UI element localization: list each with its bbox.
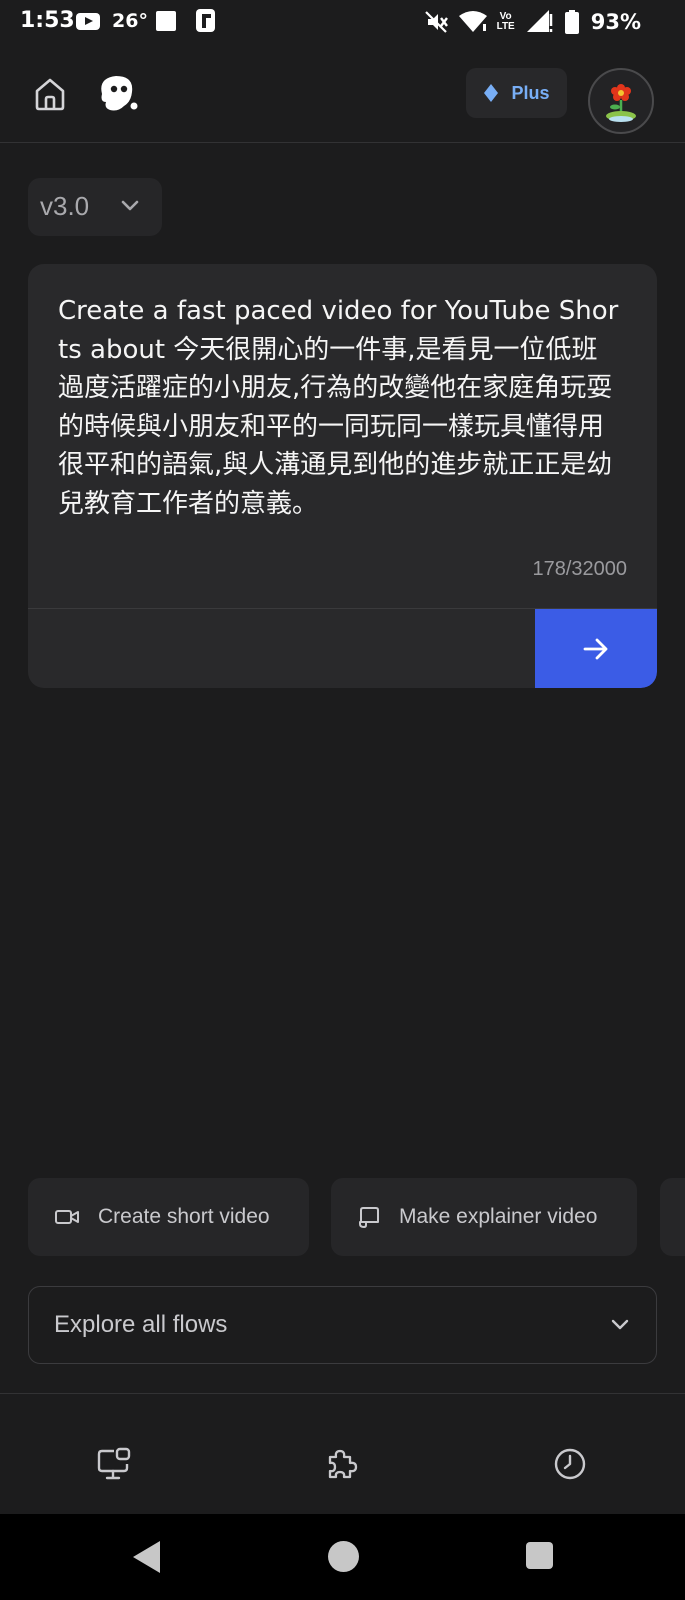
chip-label: Make explainer video xyxy=(399,1205,598,1228)
notification-square-icon xyxy=(156,11,176,31)
network-type: LTE xyxy=(496,21,515,32)
chevron-down-icon xyxy=(121,200,139,211)
video-camera-icon xyxy=(55,1210,79,1224)
character-count: 178/32000 xyxy=(532,558,627,580)
tab-create[interactable] xyxy=(96,1446,132,1487)
quick-actions: Create short video Make explainer video xyxy=(28,1178,685,1258)
clock-icon xyxy=(554,1448,586,1480)
app-logo[interactable] xyxy=(94,72,140,116)
prompt-card: Create a fast paced video for YouTube Sh… xyxy=(28,264,657,688)
back-icon[interactable] xyxy=(133,1541,160,1573)
diamond-icon xyxy=(484,84,499,102)
home-icon xyxy=(35,78,65,111)
youtube-notification-icon xyxy=(76,13,100,30)
explore-all-flows-dropdown[interactable]: Explore all flows xyxy=(28,1286,657,1364)
user-avatar[interactable] xyxy=(588,68,654,134)
battery-percentage: 93% xyxy=(590,10,641,34)
chevron-down-icon xyxy=(611,1319,629,1330)
status-indicators: Vo LTE 93% xyxy=(424,8,641,36)
status-bar: 1:53 26° Vo LTE 93% xyxy=(0,0,685,44)
home-button[interactable] xyxy=(28,72,72,116)
version-select[interactable]: v3.0 xyxy=(28,178,162,236)
volte-icon: Vo LTE xyxy=(496,11,515,32)
app-notification-icon xyxy=(196,9,215,32)
more-action-chip[interactable] xyxy=(660,1178,685,1256)
flower-avatar-icon xyxy=(606,84,636,122)
wifi-icon xyxy=(458,11,487,32)
status-temperature: 26° xyxy=(112,10,148,32)
battery-icon xyxy=(564,10,579,34)
ghost-logo-icon xyxy=(101,76,138,111)
send-button[interactable] xyxy=(535,609,657,688)
version-label: v3.0 xyxy=(40,191,90,221)
system-nav-bar xyxy=(0,1514,685,1600)
explore-label: Explore all flows xyxy=(54,1311,228,1338)
arrow-right-icon xyxy=(583,638,608,659)
home-circle-icon[interactable] xyxy=(328,1541,359,1572)
tab-plugins[interactable] xyxy=(324,1446,360,1487)
signal-icon xyxy=(526,10,552,32)
tab-history[interactable] xyxy=(552,1446,588,1487)
app-header: Plus xyxy=(0,44,685,143)
puzzle-icon xyxy=(328,1449,358,1479)
recents-icon[interactable] xyxy=(526,1542,553,1569)
prompt-input[interactable]: Create a fast paced video for YouTube Sh… xyxy=(58,292,620,523)
status-time: 1:53 xyxy=(20,8,75,33)
make-explainer-video-chip[interactable]: Make explainer video xyxy=(331,1178,637,1256)
mute-icon xyxy=(424,11,448,33)
chip-label: Create short video xyxy=(98,1205,270,1228)
monitor-chat-icon xyxy=(97,1447,131,1480)
create-short-video-chip[interactable]: Create short video xyxy=(28,1178,309,1256)
bottom-tab-bar xyxy=(0,1393,685,1514)
plus-label: Plus xyxy=(511,82,550,103)
plus-upgrade-button[interactable]: Plus xyxy=(466,68,567,118)
scroll-icon xyxy=(359,1207,379,1228)
